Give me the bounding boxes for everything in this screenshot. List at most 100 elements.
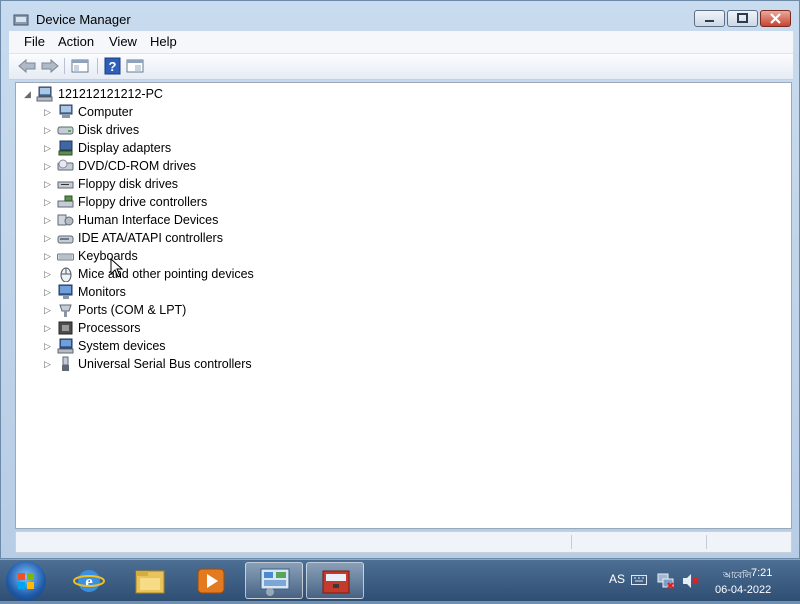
maximize-button[interactable] [727, 10, 758, 27]
status-bar [15, 531, 792, 553]
expand-arrow-icon[interactable]: ▷ [44, 268, 54, 280]
device-manager-icon [13, 14, 29, 26]
tree-item[interactable]: ▷ Display adapters [16, 139, 786, 157]
expand-arrow-icon[interactable]: ▷ [44, 106, 54, 118]
tree-item[interactable]: ▷ Disk drives [16, 121, 786, 139]
menu-file[interactable]: File [24, 34, 45, 49]
network-icon[interactable] [657, 572, 675, 590]
status-separator [571, 535, 572, 549]
help-icon[interactable]: ? [103, 57, 123, 75]
tree-item[interactable]: ▷ DVD/CD-ROM drives [16, 157, 786, 175]
keyboard-tray-icon[interactable] [631, 574, 647, 586]
expand-arrow-icon[interactable]: ▷ [44, 232, 54, 244]
device-manager-window: Device Manager File Action View Help ? ◢… [0, 0, 800, 559]
expand-arrow-icon[interactable]: ▷ [44, 124, 54, 136]
control-panel-icon[interactable] [245, 562, 303, 599]
expand-arrow-icon[interactable]: ▷ [44, 196, 54, 208]
tree-root-label: 121212121212-PC [58, 87, 163, 101]
start-orb[interactable] [6, 561, 46, 601]
toolbar-separator [97, 58, 98, 74]
tree-item[interactable]: ▷ Monitors [16, 283, 786, 301]
title-bar[interactable]: Device Manager [1, 1, 799, 33]
computer-root-icon [36, 86, 53, 102]
close-button[interactable] [760, 10, 791, 27]
port-icon [59, 304, 72, 317]
time-prefix: আবেলি [723, 570, 752, 580]
tree-item-label: Floppy drive controllers [78, 195, 208, 209]
menu-view[interactable]: View [109, 34, 137, 49]
tree-item-label: Keyboards [78, 249, 138, 263]
close-icon [770, 13, 781, 24]
language-indicator[interactable]: AS [609, 572, 625, 586]
minimize-button[interactable] [694, 10, 725, 27]
keyboard-icon [57, 253, 74, 261]
clock-time[interactable]: 7:21 [751, 567, 772, 579]
svg-text:?: ? [109, 59, 117, 74]
tree-item-label: Disk drives [78, 123, 140, 137]
system-device-icon [57, 338, 74, 354]
expand-arrow-icon[interactable]: ▷ [44, 160, 54, 172]
tree-item[interactable]: ▷ Human Interface Devices [16, 211, 786, 229]
tree-item-label: Universal Serial Bus controllers [78, 357, 252, 371]
expand-arrow-icon[interactable]: ▷ [44, 304, 54, 316]
status-separator [706, 535, 707, 549]
device-manager-taskbar-icon[interactable] [306, 562, 364, 599]
disk-drive-icon [57, 126, 74, 135]
monitor-icon [58, 284, 73, 299]
tree-item[interactable]: ▷ Universal Serial Bus controllers [16, 355, 786, 373]
toolbar: ? [9, 54, 793, 80]
processor-icon [58, 321, 73, 335]
usb-icon [62, 356, 69, 371]
tree-item-label: System devices [78, 339, 166, 353]
tree-item[interactable]: ▷ IDE ATA/ATAPI controllers [16, 229, 786, 247]
tree-item[interactable]: ▷ Floppy drive controllers [16, 193, 786, 211]
expand-arrow-icon[interactable]: ▷ [44, 322, 54, 334]
expand-arrow-icon[interactable]: ▷ [44, 214, 54, 226]
forward-arrow-icon[interactable] [40, 57, 60, 75]
media-player-icon[interactable] [182, 562, 240, 599]
menu-action[interactable]: Action [58, 34, 94, 49]
expand-arrow-icon[interactable]: ▷ [44, 358, 54, 370]
tree-item-label: Processors [78, 321, 141, 335]
tree-item[interactable]: ▷ Ports (COM & LPT) [16, 301, 786, 319]
root-expander-icon[interactable]: ◢ [24, 88, 34, 100]
tree-item[interactable]: ▷ Floppy disk drives [16, 175, 786, 193]
hid-icon [57, 214, 74, 226]
show-hide-console-tree-icon[interactable] [70, 57, 90, 75]
svg-text:e: e [85, 572, 93, 591]
tree-item[interactable]: ▷ Mice and other pointing devices [16, 265, 786, 283]
mouse-icon [60, 267, 72, 282]
device-tree-panel[interactable]: ◢ 121212121212-PC ▷ Computer ▷ Disk drives ▷… [15, 82, 792, 529]
expand-arrow-icon[interactable]: ▷ [44, 340, 54, 352]
expand-arrow-icon[interactable]: ▷ [44, 142, 54, 154]
volume-muted-icon[interactable] [682, 573, 700, 589]
minimize-icon [705, 20, 714, 22]
floppy-drive-icon [57, 181, 74, 189]
menu-help[interactable]: Help [150, 34, 177, 49]
windows-logo-icon [18, 573, 34, 589]
dvd-drive-icon [57, 159, 74, 171]
tree-item-label: DVD/CD-ROM drives [78, 159, 197, 173]
file-explorer-icon[interactable] [121, 562, 179, 599]
ide-controller-icon [57, 235, 74, 244]
tree-item-label: Floppy disk drives [78, 177, 179, 191]
display-adapter-icon [58, 140, 73, 156]
tree-item-label: Display adapters [78, 141, 172, 155]
tree-item[interactable]: ▷ System devices [16, 337, 786, 355]
expand-arrow-icon[interactable]: ▷ [44, 178, 54, 190]
expand-arrow-icon[interactable]: ▷ [44, 286, 54, 298]
computer-icon [59, 104, 73, 118]
expand-arrow-icon[interactable]: ▷ [44, 250, 54, 262]
tree-root-row[interactable]: ◢ 121212121212-PC [16, 85, 786, 103]
back-arrow-icon[interactable] [17, 57, 37, 75]
clock-date[interactable]: 06-04-2022 [715, 584, 771, 596]
tree-item[interactable]: ▷ Computer [16, 103, 786, 121]
tree-item-label: Monitors [78, 285, 126, 299]
menu-bar: File Action View Help [9, 31, 793, 54]
window-title: Device Manager [36, 12, 131, 27]
properties-icon[interactable] [125, 57, 145, 75]
tree-item[interactable]: ▷ Processors [16, 319, 786, 337]
internet-explorer-icon[interactable]: e [60, 562, 118, 599]
floppy-controller-icon [57, 195, 74, 208]
tree-item[interactable]: ▷ Keyboards [16, 247, 786, 265]
